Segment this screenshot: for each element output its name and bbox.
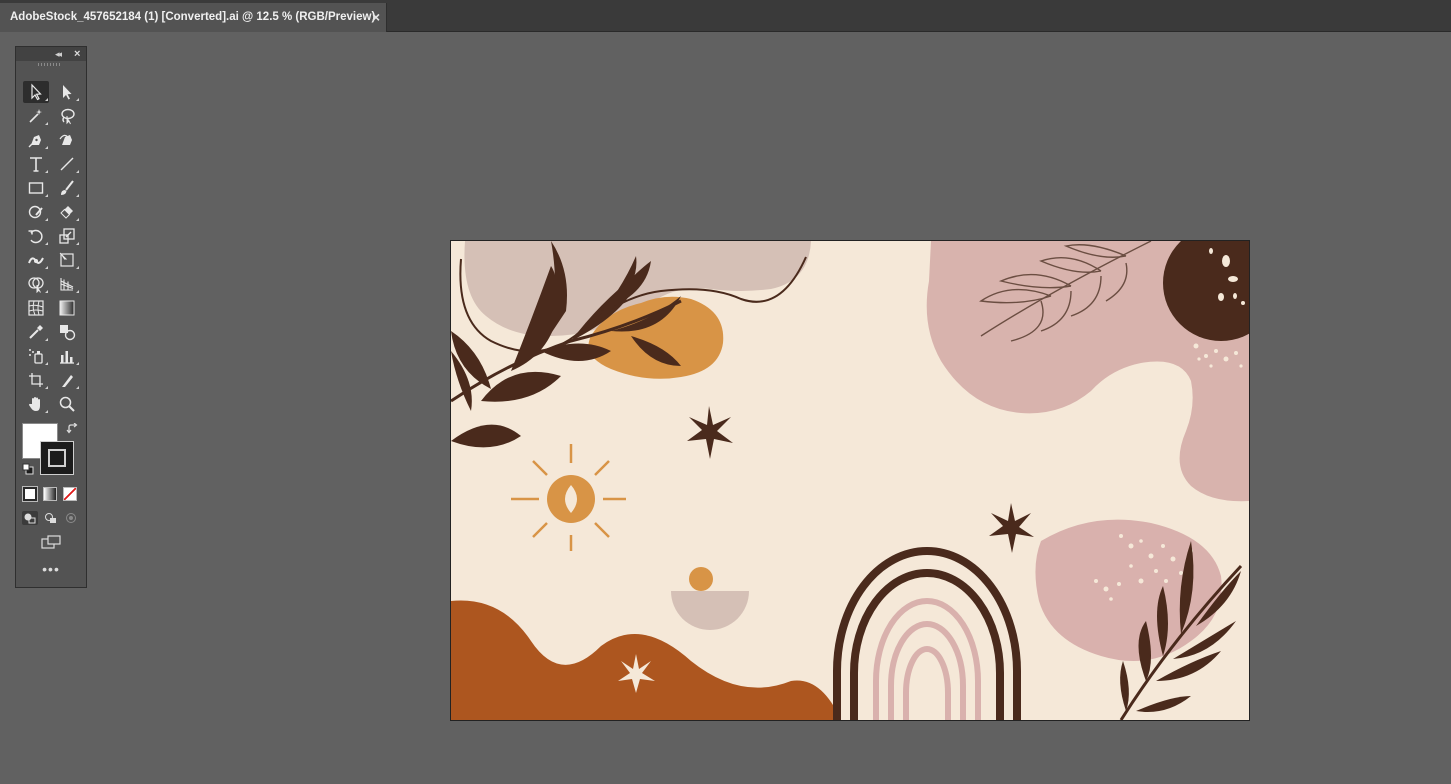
curvature-pen-icon xyxy=(59,134,72,145)
change-screen-mode-icon[interactable] xyxy=(40,534,62,550)
width-tool[interactable] xyxy=(23,249,49,271)
shaper-icon xyxy=(28,205,43,219)
default-fill-stroke-icon[interactable] xyxy=(22,463,34,475)
rainbow-arches xyxy=(833,547,1021,720)
arrow-icon xyxy=(31,83,42,101)
document-tab[interactable]: AdobeStock_457652184 (1) [Converted].ai … xyxy=(0,3,387,32)
stroke-swatch[interactable] xyxy=(40,441,74,475)
width-icon xyxy=(28,257,44,264)
brush-icon xyxy=(61,180,74,195)
close-panel-icon[interactable]: × xyxy=(74,47,80,61)
artboard[interactable] xyxy=(450,240,1250,721)
artboard-icon xyxy=(29,373,43,387)
free-transform-tool[interactable] xyxy=(54,249,80,271)
color-mode-icon[interactable] xyxy=(22,486,38,502)
perspective-grid-icon xyxy=(60,278,74,291)
pen-tool[interactable] xyxy=(23,129,49,151)
gradient-mode-icon[interactable] xyxy=(43,487,57,501)
magic-wand-tool[interactable] xyxy=(23,105,49,127)
swap-fill-stroke-icon[interactable] xyxy=(66,423,78,435)
rectangle-icon xyxy=(28,182,44,194)
selection-tool[interactable] xyxy=(23,81,49,103)
symbol-sprayer-icon xyxy=(29,349,43,364)
draw-normal-icon[interactable] xyxy=(22,511,38,525)
eraser-icon xyxy=(60,206,73,219)
scale-icon xyxy=(59,228,75,244)
rust-wave xyxy=(451,600,841,720)
document-tab-bar: AdobeStock_457652184 (1) [Converted].ai … xyxy=(0,0,1451,32)
zoom-tool[interactable] xyxy=(54,393,80,415)
slice-icon xyxy=(62,375,73,387)
paintbrush-tool[interactable] xyxy=(54,177,80,199)
symbol-sprayer-tool[interactable] xyxy=(23,345,49,367)
eyedropper-icon xyxy=(29,325,43,339)
eraser-tool[interactable] xyxy=(54,201,80,223)
blend-icon xyxy=(60,325,76,341)
draw-behind-icon[interactable] xyxy=(43,511,59,525)
pink-blob-bottom-right xyxy=(1035,519,1222,661)
artboard-tool[interactable] xyxy=(23,369,49,391)
document-tab-title: AdobeStock_457652184 (1) [Converted].ai … xyxy=(10,11,376,23)
hand-icon xyxy=(29,397,40,411)
pen-icon xyxy=(28,135,41,148)
column-graph-icon xyxy=(60,351,74,364)
column-graph-tool[interactable] xyxy=(54,345,80,367)
perspective-grid-tool[interactable] xyxy=(54,273,80,295)
eyedropper-tool[interactable] xyxy=(23,321,49,343)
gradient-tool[interactable] xyxy=(54,297,80,319)
lasso-tool[interactable] xyxy=(54,105,80,127)
tools-panel-header[interactable]: ◂◂ × xyxy=(16,47,86,61)
hand-tool[interactable] xyxy=(23,393,49,415)
lasso-icon xyxy=(61,108,75,125)
type-icon xyxy=(30,157,42,172)
shape-builder-tool[interactable] xyxy=(23,273,49,295)
mesh-icon xyxy=(28,300,44,316)
rotate-tool[interactable] xyxy=(23,225,49,247)
star-right xyxy=(989,503,1034,553)
shaper-tool[interactable] xyxy=(23,201,49,223)
rectangle-tool[interactable] xyxy=(23,177,49,199)
mesh-tool[interactable] xyxy=(23,297,49,319)
sun-icon xyxy=(511,444,626,551)
curvature-tool[interactable] xyxy=(54,129,80,151)
type-tool[interactable] xyxy=(23,153,49,175)
white-arrow-icon xyxy=(63,85,72,100)
free-transform-icon xyxy=(59,252,74,267)
shape-builder-icon xyxy=(28,277,44,293)
collapse-panel-icon[interactable]: ◂◂ xyxy=(55,47,62,61)
star-center xyxy=(687,406,733,459)
direct-selection-tool[interactable] xyxy=(54,81,80,103)
close-document-icon[interactable]: × xyxy=(372,3,380,32)
line-icon xyxy=(60,157,74,171)
rotate-icon xyxy=(28,229,43,244)
gradient-icon xyxy=(59,300,75,316)
ochre-dot xyxy=(689,567,713,591)
blend-tool[interactable] xyxy=(54,321,80,343)
zoom-icon xyxy=(59,396,75,412)
line-segment-tool[interactable] xyxy=(54,153,80,175)
magic-wand-icon xyxy=(29,109,42,123)
artwork xyxy=(451,241,1249,720)
draw-inside-icon[interactable] xyxy=(63,511,79,525)
slice-tool[interactable] xyxy=(54,369,80,391)
taupe-half-circle xyxy=(671,591,749,630)
scale-tool[interactable] xyxy=(54,225,80,247)
tools-panel: ◂◂ × ••• xyxy=(15,46,87,588)
panel-grip-icon[interactable] xyxy=(38,63,62,66)
edit-toolbar-icon[interactable]: ••• xyxy=(40,562,62,577)
none-mode-icon[interactable] xyxy=(63,487,77,501)
